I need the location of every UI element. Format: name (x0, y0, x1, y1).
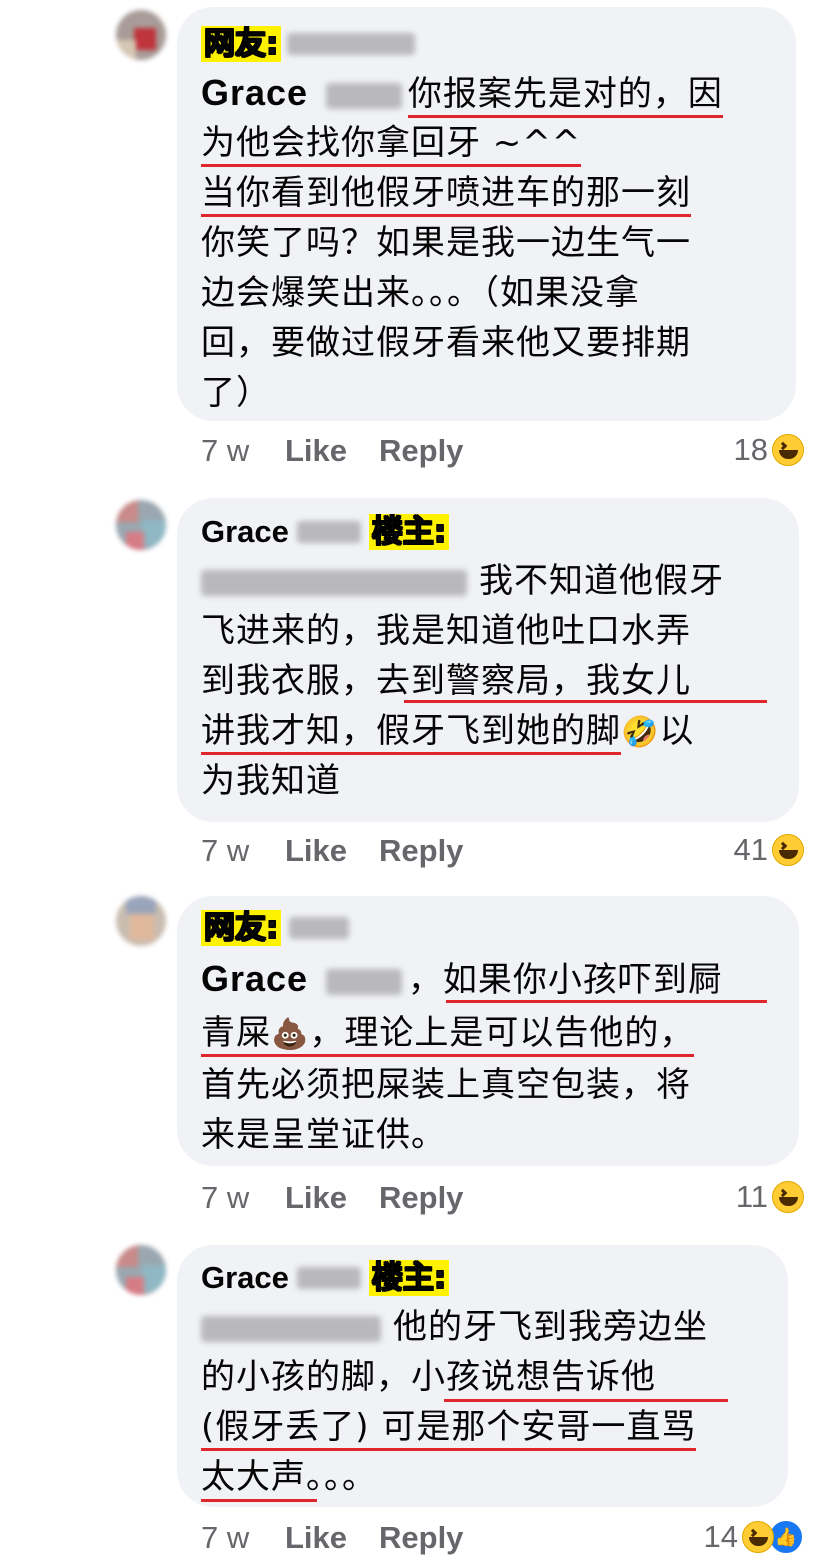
comment-header: Grace 楼主: (201, 514, 450, 550)
comment-line: 为我知道 (201, 761, 341, 801)
reaction-count[interactable]: 14 👍 (704, 1519, 804, 1555)
reaction-count[interactable]: 41 (734, 832, 804, 868)
blurred-mention (201, 1315, 381, 1342)
comment-line: 你笑了吗？如果是我一边生气一 (201, 223, 691, 263)
commenter-tag: 楼主: (368, 514, 450, 550)
comment-actions: 7 w Like Reply (201, 1180, 463, 1216)
poop-emoji: 💩 (271, 1017, 310, 1052)
commenter-tag: 网友: (201, 910, 282, 946)
reply-button[interactable]: Reply (379, 1180, 463, 1216)
avatar[interactable] (116, 896, 166, 946)
like-button[interactable]: Like (285, 833, 379, 869)
like-button[interactable]: Like (285, 1180, 379, 1216)
like-button[interactable]: Like (285, 433, 379, 469)
blurred-mention (201, 569, 467, 596)
reaction-number: 14 (703, 1519, 738, 1554)
comment-line: 的小孩的脚，小孩说想告诉他 (201, 1357, 656, 1397)
reaction-number: 18 (733, 432, 768, 467)
blurred-mention (325, 82, 402, 109)
blurred-mention (325, 968, 402, 995)
comment-line: 青屎💩，理论上是可以告他的， (201, 1008, 695, 1060)
comment-line: 我不知道他假牙 (201, 556, 724, 606)
reply-button[interactable]: Reply (379, 433, 463, 469)
commenter-tag: 网友: (201, 26, 282, 62)
timestamp[interactable]: 7 w (201, 433, 285, 469)
comment-line: 他的牙飞到我旁边坐 (201, 1302, 708, 1352)
blurred-name (287, 33, 416, 55)
comment-header: 网友: (201, 26, 416, 62)
avatar[interactable] (116, 1245, 166, 1295)
comment-line: 太大声。。。 (201, 1457, 377, 1497)
blurred-name (289, 917, 350, 939)
timestamp[interactable]: 7 w (201, 833, 285, 869)
comment-line: Grace 你报案先是对的，因 (201, 68, 723, 119)
haha-react-icon (772, 834, 804, 866)
reply-button[interactable]: Reply (379, 1520, 463, 1556)
mention-name[interactable]: Grace (201, 958, 308, 999)
avatar[interactable] (116, 500, 166, 550)
comment-line: 边会爆笑出来。。。（如果没拿 (201, 273, 640, 313)
comment-actions: 7 w Like Reply (201, 1520, 463, 1556)
comment-line: 讲我才知，假牙飞到她的脚🤣以 (201, 706, 694, 758)
reaction-count[interactable]: 11 (736, 1179, 804, 1215)
timestamp[interactable]: 7 w (201, 1180, 285, 1216)
comment-line: 来是呈堂证供。 (201, 1115, 446, 1155)
mention-name[interactable]: Grace (201, 1260, 289, 1296)
haha-react-icon (772, 1181, 804, 1213)
commenter-tag: 楼主: (368, 1260, 450, 1296)
comment-line: 首先必须把屎装上真空包装，将 (201, 1065, 691, 1105)
comment-actions: 7 w Like Reply (201, 833, 463, 869)
avatar[interactable] (116, 10, 166, 60)
mention-name[interactable]: Grace (201, 514, 289, 550)
blurred-name (296, 521, 361, 543)
comment-line: 回，要做过假牙看来他又要排期 (201, 323, 691, 363)
reaction-number: 41 (733, 832, 768, 867)
comment-line: 飞进来的，我是知道他吐口水弄 (201, 611, 691, 651)
comment-header: 网友: (201, 910, 350, 946)
like-button[interactable]: Like (285, 1520, 379, 1556)
rofl-emoji: 🤣 (621, 715, 660, 750)
comment-line: 到我衣服，去到警察局，我女儿 (201, 661, 691, 701)
timestamp[interactable]: 7 w (201, 1520, 285, 1556)
comment-line: 当你看到他假牙喷进车的那一刻 (201, 168, 691, 218)
reply-button[interactable]: Reply (379, 833, 463, 869)
comment-actions: 7 w Like Reply (201, 433, 463, 469)
blurred-name (296, 1267, 361, 1289)
comment-line: Grace ，如果你小孩吓到屙 (201, 958, 723, 1000)
haha-react-icon (742, 1521, 774, 1553)
mention-name[interactable]: Grace (201, 72, 308, 113)
comment-line: 了） (201, 373, 271, 413)
reaction-number: 11 (735, 1179, 768, 1214)
comment-header: Grace 楼主: (201, 1260, 450, 1296)
comment-line: (假牙丢了) 可是那个安哥一直骂 (201, 1402, 697, 1452)
haha-react-icon (772, 434, 804, 466)
comment-line: 为他会找你拿回牙 ~^^ (201, 118, 582, 168)
reaction-count[interactable]: 18 (734, 432, 804, 468)
